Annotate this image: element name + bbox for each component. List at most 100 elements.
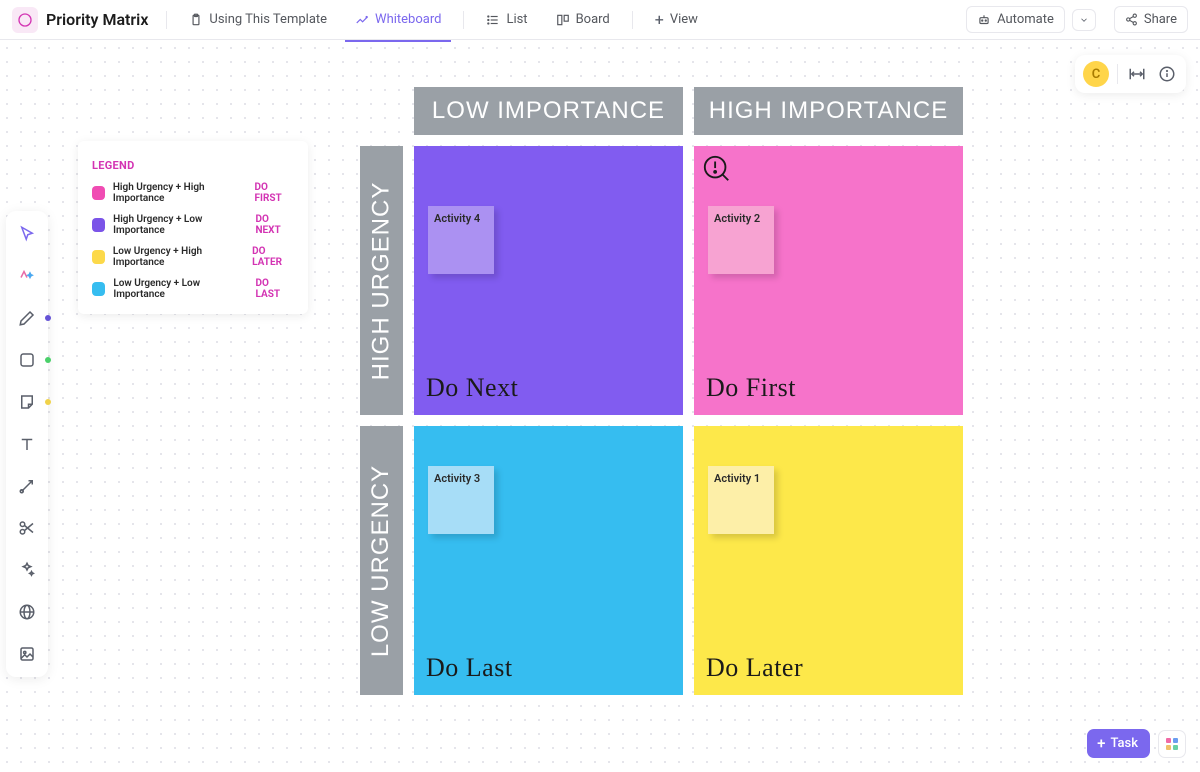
app-logo [12,7,38,33]
plus-icon: + [655,12,664,28]
sticky-note[interactable]: Activity 4 [428,206,494,274]
sticky-note[interactable]: Activity 1 [708,466,774,534]
tab-label: List [506,12,527,27]
pen-icon [18,309,36,327]
user-avatar[interactable]: C [1083,61,1109,87]
tab-whiteboard[interactable]: Whiteboard [345,6,451,33]
legend-action: DO LAST [255,278,294,300]
divider [632,11,633,29]
info-button[interactable] [1156,63,1178,85]
legend-label: Low Urgency + Low Importance [113,278,247,300]
tab-using-template[interactable]: Using This Template [179,6,337,33]
scissors-icon [18,519,36,537]
automate-button[interactable]: Automate [966,6,1065,33]
scissors-tool[interactable] [12,513,42,543]
sparkle-shape-icon [18,267,36,285]
share-button[interactable]: Share [1114,6,1188,33]
chevron-down-icon [1079,15,1089,25]
divider [166,11,167,29]
magic-icon [18,561,36,579]
task-label: Task [1110,736,1138,751]
row-header-low-urgency: LOW URGENCY [360,426,403,695]
cursor-icon [18,225,36,243]
legend-row: High Urgency + High Importance DO FIRST [92,182,294,204]
shape-tool[interactable] [12,345,42,375]
automate-dropdown[interactable] [1072,9,1096,31]
apps-button[interactable] [1158,730,1186,758]
divider [1117,64,1118,84]
legend-card[interactable]: LEGEND High Urgency + High Importance DO… [78,141,308,314]
legend-label: High Urgency + High Importance [113,182,247,204]
col-header-high-importance: HIGH IMPORTANCE [694,87,963,135]
page-title: Priority Matrix [46,10,148,29]
sticky-tool[interactable] [12,387,42,417]
tab-list[interactable]: List [476,6,537,33]
quad-do-last[interactable]: Activity 3 Do Last [414,426,683,695]
legend-swatch [92,186,105,200]
share-icon [1125,13,1138,26]
legend-row: Low Urgency + High Importance DO LATER [92,246,294,268]
image-tool[interactable] [12,639,42,669]
whiteboard-icon [355,13,369,27]
tab-label: Board [576,12,610,27]
connector-icon [18,477,36,495]
tab-add-view[interactable]: + View [645,6,708,34]
quad-label: Do Next [426,373,518,403]
divider [463,11,464,29]
fit-width-button[interactable] [1126,63,1148,85]
list-icon [486,13,500,27]
color-dot [45,357,51,363]
select-tool[interactable] [12,219,42,249]
fit-width-icon [1128,65,1146,83]
row-header-high-urgency: HIGH URGENCY [360,146,403,415]
quad-label: Do First [706,373,796,403]
text-tool[interactable] [12,429,42,459]
sticky-note[interactable]: Activity 2 [708,206,774,274]
quad-label: Do Later [706,653,803,683]
tab-board[interactable]: Board [546,6,620,33]
info-icon [1158,65,1176,83]
whiteboard-canvas[interactable]: C [0,41,1200,772]
tab-label: Whiteboard [375,12,441,27]
matrix-row: HIGH URGENCY Activity 4 Do Next Activity… [360,146,963,415]
tab-label: View [670,12,698,27]
text-icon [18,435,36,453]
exclamation-icon [702,154,732,188]
quad-do-next[interactable]: Activity 4 Do Next [414,146,683,415]
image-icon [18,645,36,663]
sticky-note[interactable]: Activity 3 [428,466,494,534]
legend-title: LEGEND [92,159,294,172]
legend-row: High Urgency + Low Importance DO NEXT [92,214,294,236]
quad-do-later[interactable]: Activity 1 Do Later [694,426,963,695]
canvas-controls: C [1075,55,1186,93]
magic-tool[interactable] [12,555,42,585]
legend-action: DO FIRST [255,182,294,204]
sticky-icon [18,393,36,411]
color-dot [45,399,51,405]
plus-icon: + [1097,736,1105,751]
legend-action: DO NEXT [255,214,294,236]
ai-shape-tool[interactable] [12,261,42,291]
column-headers: LOW IMPORTANCE HIGH IMPORTANCE [414,87,963,135]
new-task-button[interactable]: + Task [1087,729,1150,758]
connector-tool[interactable] [12,471,42,501]
left-toolbar [6,211,48,677]
legend-swatch [92,282,105,296]
share-label: Share [1144,12,1177,27]
col-header-low-importance: LOW IMPORTANCE [414,87,683,135]
clipboard-icon [189,13,203,27]
automate-label: Automate [997,12,1054,27]
globe-icon [18,603,36,621]
legend-swatch [92,218,105,232]
legend-row: Low Urgency + Low Importance DO LAST [92,278,294,300]
web-tool[interactable] [12,597,42,627]
color-dot [45,315,51,321]
tab-label: Using This Template [209,12,327,27]
quad-do-first[interactable]: Activity 2 Do First [694,146,963,415]
topbar: Priority Matrix Using This Template Whit… [0,0,1200,40]
square-icon [18,351,36,369]
apps-grid-icon [1166,738,1178,750]
pen-tool[interactable] [12,303,42,333]
priority-matrix[interactable]: LOW IMPORTANCE HIGH IMPORTANCE HIGH URGE… [360,87,963,695]
robot-icon [977,13,991,27]
